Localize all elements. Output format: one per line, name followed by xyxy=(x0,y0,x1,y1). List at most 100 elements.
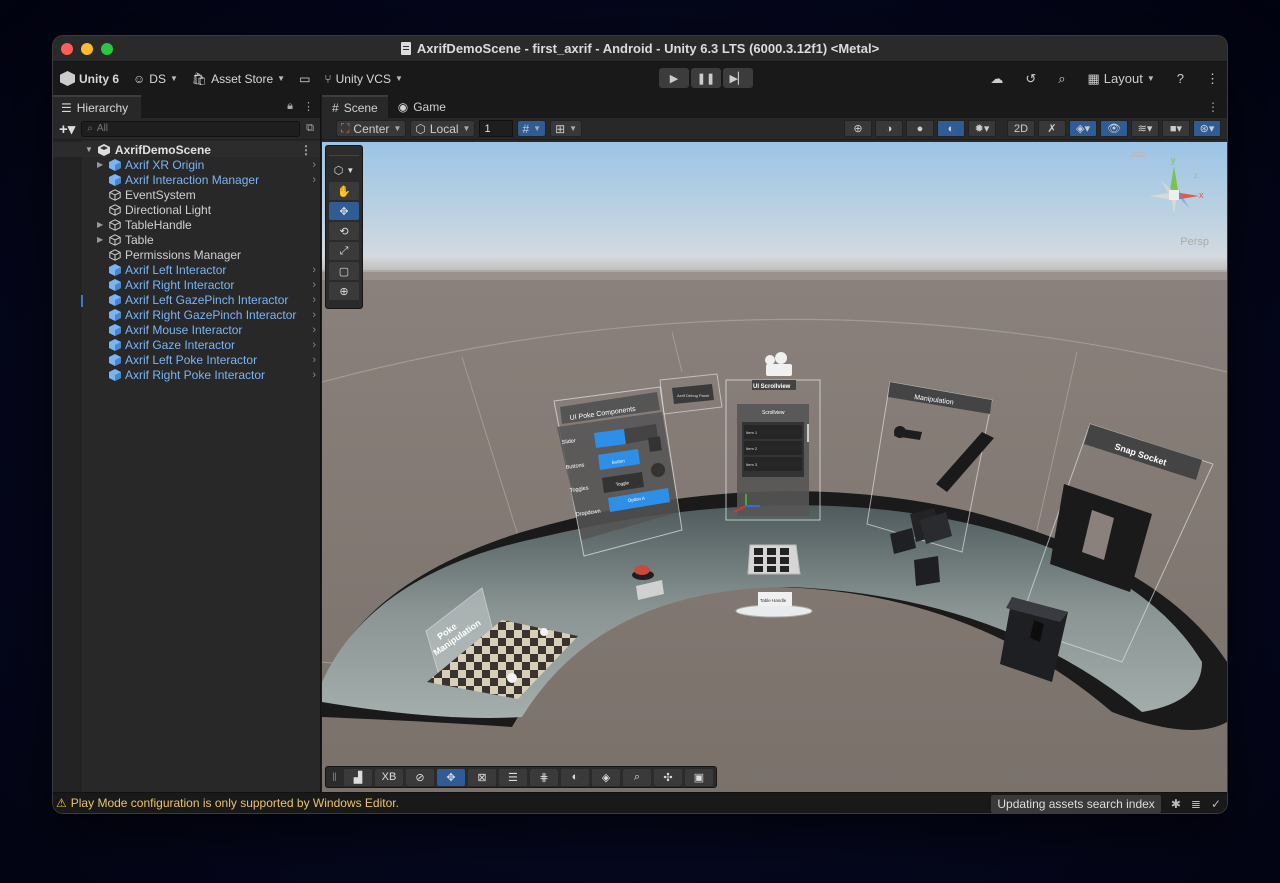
hierarchy-item[interactable]: Axrif Interaction Manager › xyxy=(53,172,320,187)
more-menu-icon[interactable]: ⋮ xyxy=(1207,100,1219,114)
move-tool-button[interactable]: ✥ xyxy=(329,202,359,220)
chevron-right-icon[interactable]: › xyxy=(312,264,316,276)
visibility-toggle-button[interactable]: 👁 xyxy=(1100,120,1128,137)
add-object-button[interactable]: +▾ xyxy=(59,120,75,138)
unlit-shading-button[interactable]: ◐ xyxy=(937,120,965,137)
compass-tool-button[interactable]: ⊘ xyxy=(405,768,434,786)
expand-arrow-icon[interactable]: ▶ xyxy=(97,160,105,169)
status-warning-text[interactable]: Play Mode configuration is only supporte… xyxy=(71,796,399,810)
chevron-right-icon[interactable]: › xyxy=(312,369,316,381)
drag-handle[interactable] xyxy=(329,149,359,156)
rect-tool-button[interactable]: ▢ xyxy=(329,262,359,280)
drag-handle[interactable]: ‖ xyxy=(332,770,337,784)
hierarchy-item[interactable]: Axrif Left GazePinch Interactor › xyxy=(53,292,320,307)
bounds-tool-button[interactable]: ⊠ xyxy=(467,768,496,786)
layers-dropdown[interactable]: ≋▾ xyxy=(1131,120,1159,137)
chevron-right-icon[interactable]: › xyxy=(312,174,316,186)
chevron-right-icon[interactable]: › xyxy=(312,309,316,321)
history-icon[interactable]: ↺ xyxy=(1025,71,1036,87)
align-tool-button[interactable]: ☰ xyxy=(498,768,527,786)
scene-viewport[interactable]: UI Poke Components Slider Buttons Button… xyxy=(322,142,1227,792)
hierarchy-item[interactable]: Directional Light xyxy=(53,202,320,217)
hierarchy-item[interactable]: Axrif Left Poke Interactor › xyxy=(53,352,320,367)
chevron-right-icon[interactable]: › xyxy=(312,339,316,351)
rotate-tool-button[interactable]: ⟲ xyxy=(329,222,359,240)
pause-button[interactable]: ❚❚ xyxy=(691,68,721,88)
gizmos-dropdown[interactable]: ⊛▾ xyxy=(1193,120,1221,137)
debug-draw-mode-dropdown[interactable]: ✹▾ xyxy=(968,120,996,137)
camera-projection-label[interactable]: Persp xyxy=(1180,236,1209,248)
close-window-button[interactable] xyxy=(61,43,73,55)
move-overlay-button[interactable]: ✥ xyxy=(436,768,465,786)
layout-dropdown[interactable]: ▦ Layout ▼ xyxy=(1088,71,1155,87)
layers-tool-button[interactable]: ◈ xyxy=(591,768,620,786)
hand-tool-button[interactable]: ✋ xyxy=(329,182,359,200)
grid-snap-input[interactable]: 1 xyxy=(479,120,514,137)
orientation-gizmo[interactable]: y x z xyxy=(1139,150,1209,250)
search-icon[interactable]: ⌕ xyxy=(1058,71,1065,87)
hierarchy-item[interactable]: Axrif Right GazePinch Interactor › xyxy=(53,307,320,322)
hierarchy-item[interactable]: Axrif Right Interactor › xyxy=(53,277,320,292)
chevron-right-icon[interactable]: › xyxy=(312,354,316,366)
hierarchy-item[interactable]: ▶ Axrif XR Origin › xyxy=(53,157,320,172)
tab-scene[interactable]: # Scene xyxy=(322,95,388,118)
play-button[interactable]: ▶ xyxy=(659,68,689,88)
account-dropdown[interactable]: ☺ DS ▼ xyxy=(133,72,178,86)
grid-snap-tool-button[interactable]: ⋕ xyxy=(529,768,558,786)
version-control-dropdown[interactable]: ⑂ Unity VCS ▼ xyxy=(324,72,402,86)
more-menu-icon[interactable]: ⋮ xyxy=(303,100,314,113)
maximize-window-button[interactable] xyxy=(101,43,113,55)
minimize-window-button[interactable] xyxy=(81,43,93,55)
hierarchy-item[interactable]: Axrif Right Poke Interactor › xyxy=(53,367,320,382)
shaded-wireframe-button[interactable]: ◑ xyxy=(875,120,903,137)
pivot-tool-button[interactable]: ✣ xyxy=(653,768,682,786)
more-menu-icon[interactable]: ⋮ xyxy=(1206,71,1219,87)
wireframe-shading-button[interactable]: ⊕ xyxy=(844,120,872,137)
hierarchy-item[interactable]: ▶ TableHandle xyxy=(53,217,320,232)
stack-icon[interactable]: ≣ xyxy=(1191,797,1201,811)
filter-icon[interactable]: ⧉ xyxy=(306,122,314,135)
chevron-right-icon[interactable]: › xyxy=(312,159,316,171)
chevron-right-icon[interactable]: › xyxy=(312,279,316,291)
hierarchy-item[interactable]: EventSystem xyxy=(53,187,320,202)
search-tool-button[interactable]: ⌕ xyxy=(622,768,651,786)
shaded-button[interactable]: ● xyxy=(906,120,934,137)
more-menu-icon[interactable]: ⋮ xyxy=(300,143,312,157)
pivot-mode-dropdown[interactable]: ⛶ Center ▼ xyxy=(336,120,407,137)
asset-store-dropdown[interactable]: 🛍 Asset Store ▼ xyxy=(192,72,285,86)
camera-settings-dropdown[interactable]: ■▾ xyxy=(1162,120,1190,137)
lock-icon[interactable]: 🔒︎ xyxy=(287,100,293,113)
hierarchy-item[interactable]: ▶ Table xyxy=(53,232,320,247)
scale-tool-button[interactable]: ⤢ xyxy=(329,242,359,260)
bug-icon[interactable]: ✱ xyxy=(1171,797,1181,811)
effects-dropdown[interactable]: ◈▾ xyxy=(1069,120,1097,137)
tab-hierarchy[interactable]: ☰ Hierarchy xyxy=(53,95,141,118)
hierarchy-item[interactable]: Axrif Left Interactor › xyxy=(53,262,320,277)
hierarchy-item[interactable]: Axrif Gaze Interactor › xyxy=(53,337,320,352)
step-button[interactable]: ▶▏ xyxy=(723,68,753,88)
tool-context-dropdown[interactable]: ⬡ ▼ xyxy=(329,160,359,180)
scene-root-row[interactable]: ▼ AxrifDemoScene ⋮ xyxy=(53,142,320,157)
unity-menu-button[interactable]: Unity 6 xyxy=(60,71,119,86)
package-manager-button[interactable]: ▭ xyxy=(299,72,310,86)
cloud-icon[interactable]: ☁ xyxy=(990,71,1003,87)
hierarchy-item[interactable]: Permissions Manager xyxy=(53,247,320,262)
chevron-right-icon[interactable]: › xyxy=(312,294,316,306)
building-tool-button[interactable]: ▟ xyxy=(343,768,372,786)
check-circle-icon[interactable]: ✓ xyxy=(1211,797,1221,811)
lighting-toggle-button[interactable]: ✗ xyxy=(1038,120,1066,137)
hierarchy-search-input[interactable]: ⌕ All xyxy=(81,120,301,137)
2d-toggle-button[interactable]: 2D xyxy=(1007,120,1035,137)
expand-arrow-icon[interactable]: ▶ xyxy=(97,235,105,244)
progress-label[interactable]: Updating assets search index xyxy=(991,795,1161,813)
tab-game[interactable]: ◉ Game xyxy=(388,95,456,118)
chevron-right-icon[interactable]: › xyxy=(312,324,316,336)
transform-tool-button[interactable]: ⊕ xyxy=(329,282,359,300)
shading-tool-button[interactable]: ◐ xyxy=(560,768,589,786)
help-icon[interactable]: ? xyxy=(1177,71,1184,86)
xb-tool-button[interactable]: XB xyxy=(374,768,403,786)
grid-visibility-dropdown[interactable]: # ▼ xyxy=(517,120,547,137)
snapping-dropdown[interactable]: ⊞ ▼ xyxy=(550,120,583,137)
camera-tool-button[interactable]: ▣ xyxy=(684,768,713,786)
hierarchy-item[interactable]: Axrif Mouse Interactor › xyxy=(53,322,320,337)
